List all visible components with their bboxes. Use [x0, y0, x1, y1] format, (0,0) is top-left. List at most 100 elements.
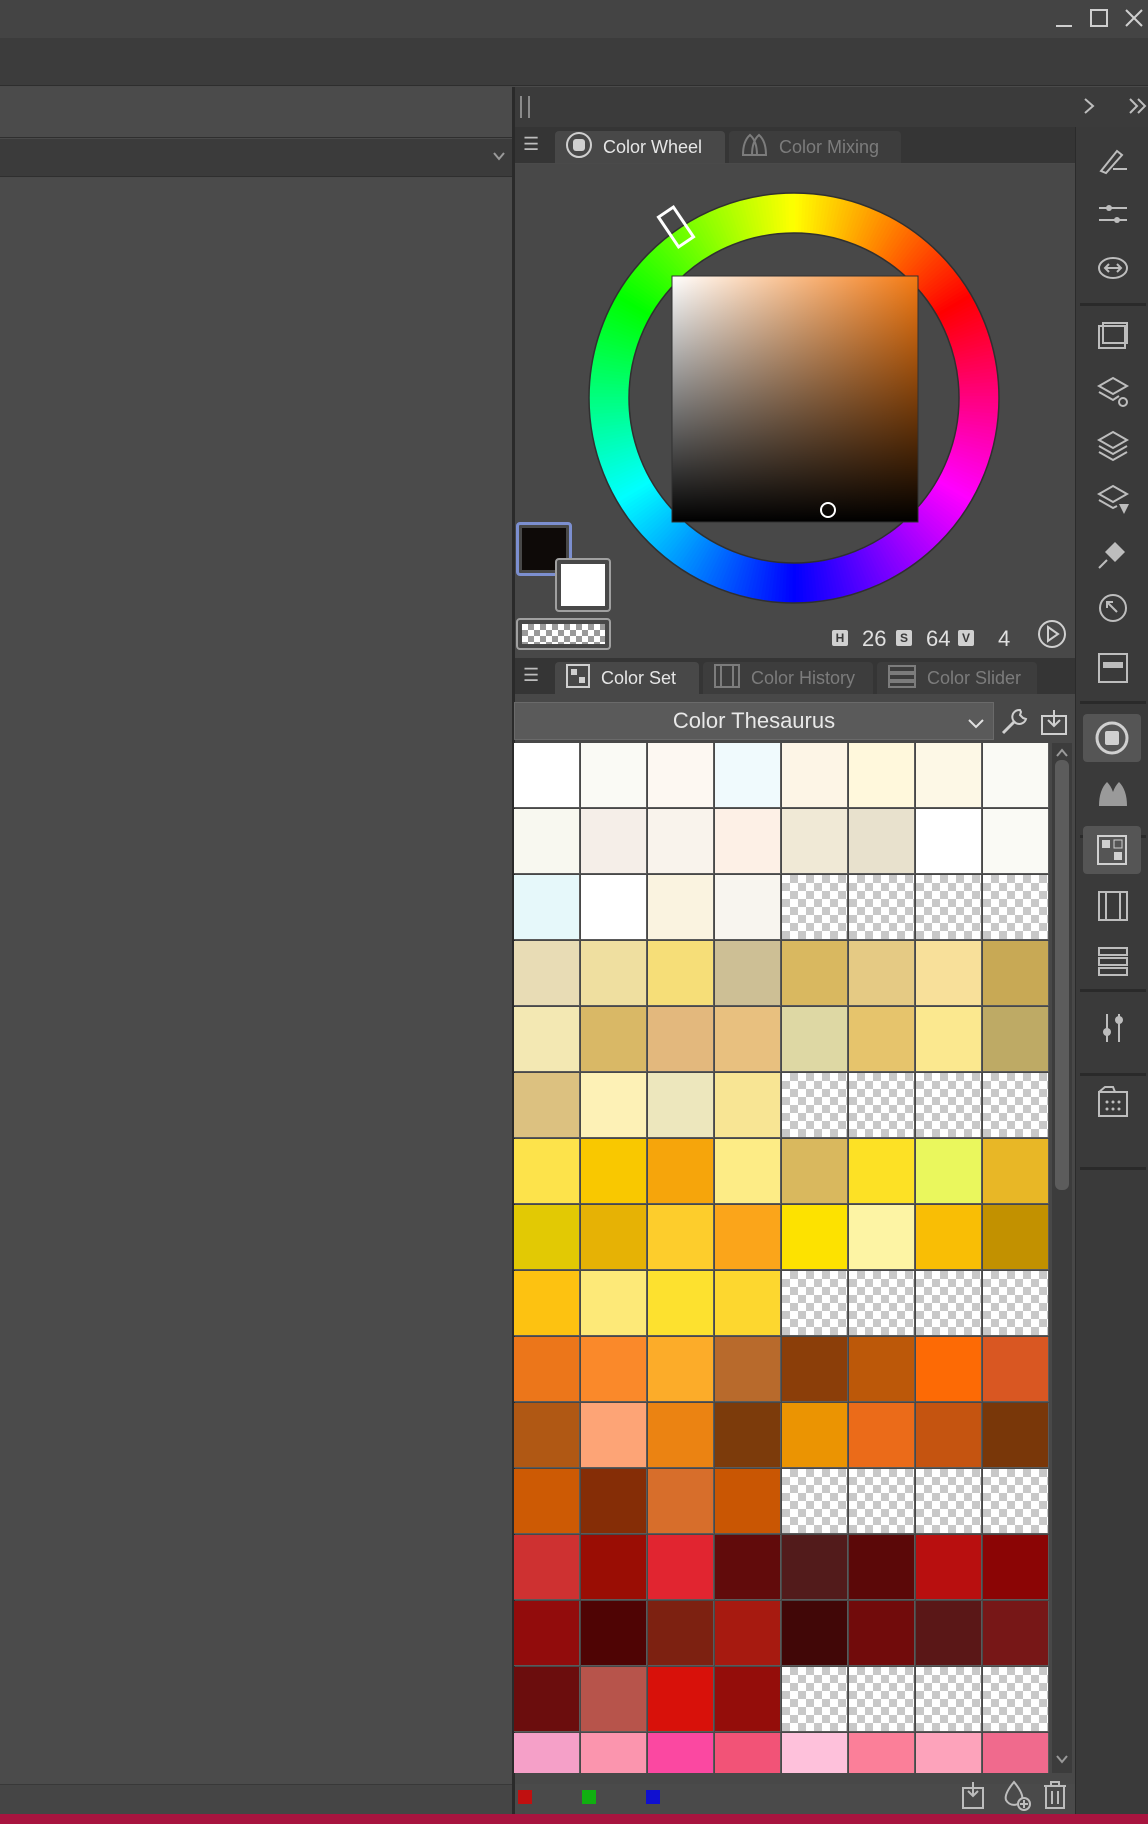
empty-swatch[interactable]: [916, 1667, 982, 1732]
empty-swatch[interactable]: [782, 1667, 848, 1732]
chevron-down-icon[interactable]: [1055, 1752, 1069, 1770]
hue-ring[interactable]: [560, 168, 1020, 628]
color-swatch[interactable]: [849, 1535, 915, 1600]
color-swatch[interactable]: [581, 743, 647, 808]
canvas-icon[interactable]: [1095, 320, 1131, 356]
expand-dock-icon[interactable]: [1128, 96, 1148, 121]
color-swatch[interactable]: [514, 809, 580, 874]
footer-color-chip[interactable]: [518, 1790, 532, 1804]
color-swatch[interactable]: [916, 1601, 982, 1666]
color-swatch[interactable]: [715, 1139, 781, 1204]
material-icon[interactable]: [1095, 1084, 1131, 1120]
color-swatch[interactable]: [983, 941, 1049, 1006]
maximize-icon[interactable]: [1085, 4, 1113, 32]
footer-color-chip[interactable]: [582, 1790, 596, 1804]
color-swatch[interactable]: [782, 1535, 848, 1600]
color-swatch[interactable]: [916, 1007, 982, 1072]
layer-icon[interactable]: [1095, 428, 1131, 464]
color-swatch[interactable]: [581, 1667, 647, 1732]
color-swatch[interactable]: [581, 875, 647, 940]
color-swatch[interactable]: [648, 875, 714, 940]
color-swatch[interactable]: [849, 1007, 915, 1072]
empty-swatch[interactable]: [916, 1073, 982, 1138]
color-swatch[interactable]: [648, 1469, 714, 1534]
import-icon[interactable]: [1040, 708, 1068, 741]
color-swatch[interactable]: [581, 1271, 647, 1336]
color-swatch[interactable]: [581, 1733, 647, 1773]
empty-swatch[interactable]: [849, 1073, 915, 1138]
color-swatch[interactable]: [715, 743, 781, 808]
empty-swatch[interactable]: [782, 1073, 848, 1138]
fill-icon[interactable]: [1095, 536, 1131, 572]
color-swatch[interactable]: [715, 809, 781, 874]
color-swatch[interactable]: [849, 1601, 915, 1666]
color-wheel-icon[interactable]: [1083, 714, 1141, 762]
color-swatch[interactable]: [581, 941, 647, 1006]
color-swatch[interactable]: [983, 1139, 1049, 1204]
color-swatch[interactable]: [715, 1337, 781, 1402]
color-swatch[interactable]: [581, 1139, 647, 1204]
timeline-icon[interactable]: [1095, 650, 1131, 686]
tab-color-wheel[interactable]: Color Wheel: [555, 131, 725, 163]
color-swatch[interactable]: [916, 941, 982, 1006]
tab-color-slider[interactable]: Color Slider: [877, 662, 1037, 694]
color-swatch[interactable]: [715, 1469, 781, 1534]
wrench-icon[interactable]: [998, 706, 1030, 743]
minimize-icon[interactable]: [1050, 4, 1078, 32]
color-swatch[interactable]: [514, 1403, 580, 1468]
color-swatch[interactable]: [581, 809, 647, 874]
collapse-dock-icon[interactable]: [1082, 96, 1096, 121]
saturation-value[interactable]: 64: [926, 626, 950, 652]
color-swatch[interactable]: [782, 809, 848, 874]
color-swatch[interactable]: [782, 1337, 848, 1402]
sv-square-shade[interactable]: [672, 276, 918, 522]
color-swatch[interactable]: [648, 1271, 714, 1336]
color-swatch[interactable]: [514, 941, 580, 1006]
color-swatch[interactable]: [983, 1205, 1049, 1270]
color-swatch[interactable]: [983, 743, 1049, 808]
menu-icon[interactable]: ☰: [523, 666, 541, 684]
color-swatch[interactable]: [648, 743, 714, 808]
color-swatch[interactable]: [849, 743, 915, 808]
empty-swatch[interactable]: [849, 875, 915, 940]
empty-swatch[interactable]: [983, 1667, 1049, 1732]
color-swatch[interactable]: [581, 1601, 647, 1666]
add-drop-icon[interactable]: [1000, 1778, 1034, 1817]
color-slider-icon[interactable]: [1095, 944, 1131, 980]
chevron-up-icon[interactable]: [1055, 746, 1069, 764]
color-swatch[interactable]: [514, 743, 580, 808]
color-swatch[interactable]: [648, 1403, 714, 1468]
empty-swatch[interactable]: [916, 1271, 982, 1336]
color-swatch[interactable]: [849, 1139, 915, 1204]
color-swatch[interactable]: [983, 1535, 1049, 1600]
color-swatch[interactable]: [849, 941, 915, 1006]
menu-icon[interactable]: ☰: [523, 135, 541, 153]
color-swatch[interactable]: [715, 1733, 781, 1773]
color-swatch[interactable]: [715, 875, 781, 940]
color-swatch[interactable]: [715, 1535, 781, 1600]
color-swatch[interactable]: [648, 1601, 714, 1666]
color-swatch[interactable]: [715, 941, 781, 1006]
sub-color-swatch[interactable]: [555, 558, 611, 612]
color-swatch[interactable]: [916, 1205, 982, 1270]
empty-swatch[interactable]: [782, 875, 848, 940]
color-swatch[interactable]: [648, 1139, 714, 1204]
color-swatch[interactable]: [648, 1535, 714, 1600]
close-icon[interactable]: [1120, 4, 1148, 32]
layer-search-icon[interactable]: [1095, 482, 1131, 518]
tab-color-set[interactable]: Color Set: [555, 662, 699, 694]
color-swatch[interactable]: [581, 1403, 647, 1468]
dock-grip-icon[interactable]: [520, 96, 530, 118]
color-swatch[interactable]: [648, 1073, 714, 1138]
empty-swatch[interactable]: [916, 875, 982, 940]
auto-action-icon[interactable]: [1095, 590, 1131, 626]
color-swatch[interactable]: [648, 1337, 714, 1402]
navigator-icon[interactable]: [1095, 250, 1131, 286]
color-swatch[interactable]: [648, 1733, 714, 1773]
color-swatch[interactable]: [916, 809, 982, 874]
color-swatch[interactable]: [983, 1403, 1049, 1468]
color-swatch[interactable]: [782, 941, 848, 1006]
color-swatch[interactable]: [581, 1073, 647, 1138]
color-swatch[interactable]: [916, 1733, 982, 1773]
adjust-icon[interactable]: [1095, 1010, 1131, 1046]
